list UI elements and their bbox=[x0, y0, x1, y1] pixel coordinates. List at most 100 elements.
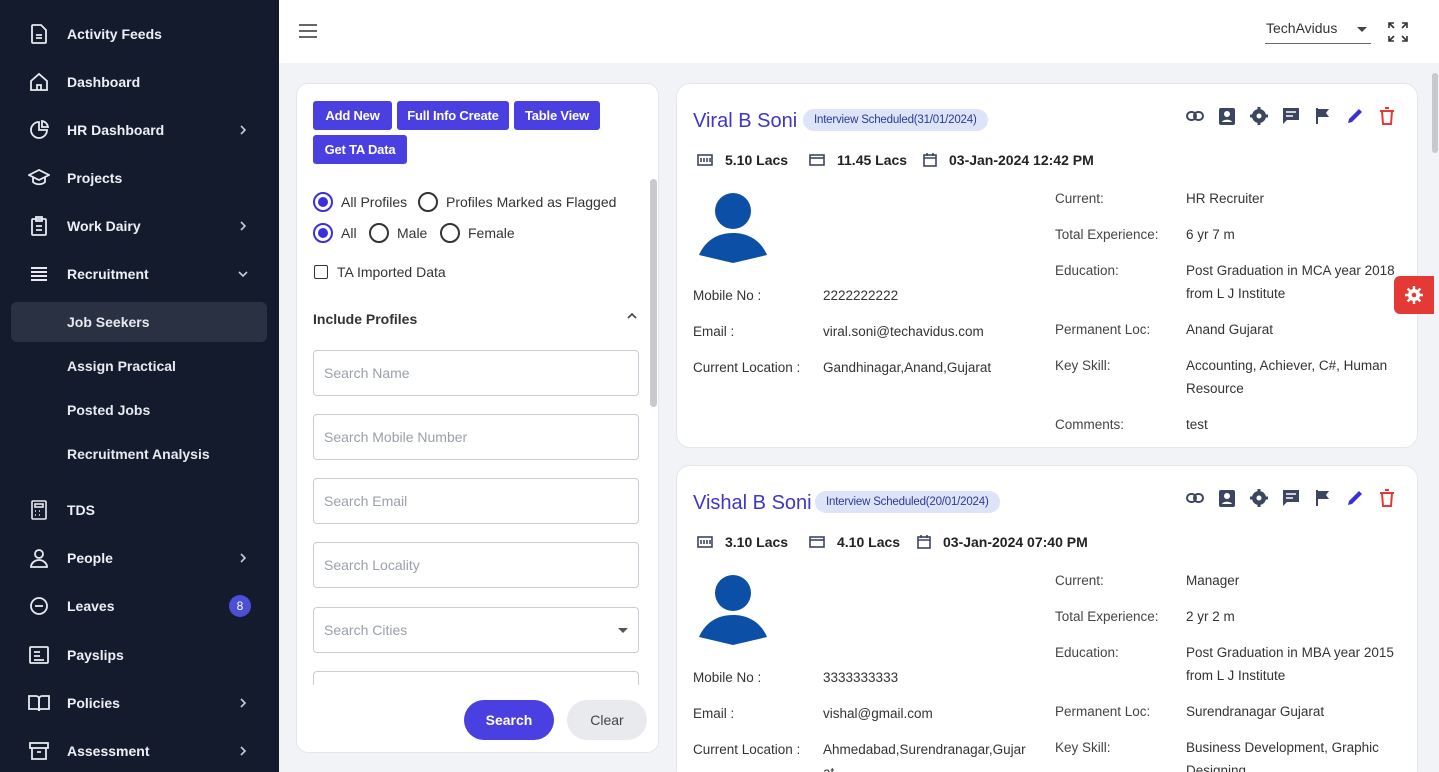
current-label: Current: bbox=[1055, 573, 1104, 588]
mobile-value: 3333333333 bbox=[823, 670, 899, 685]
include-profiles-title: Include Profiles bbox=[313, 311, 418, 327]
input-placeholder: Search Cities bbox=[324, 622, 408, 638]
mobile-value: 2222222222 bbox=[823, 288, 899, 303]
full-info-create-button[interactable]: Full Info Create bbox=[397, 101, 509, 130]
sidebar-item-people[interactable]: People bbox=[0, 538, 279, 578]
edit-pencil-icon[interactable] bbox=[1345, 106, 1365, 126]
location-label: Current Location : bbox=[693, 360, 801, 375]
radio-dot bbox=[440, 223, 460, 243]
list-icon bbox=[28, 263, 50, 285]
gear-icon bbox=[1405, 286, 1423, 304]
avatar-icon bbox=[699, 193, 767, 263]
input-placeholder: Search Mobile Number bbox=[324, 429, 468, 445]
sidebar-item-leaves[interactable]: Leaves 8 bbox=[0, 586, 279, 626]
radio-gender-female[interactable]: Female bbox=[440, 223, 515, 243]
sidebar-item-label: People bbox=[67, 550, 113, 566]
link-icon[interactable] bbox=[1185, 488, 1205, 508]
sidebar-item-tds[interactable]: TDS bbox=[0, 490, 279, 530]
comment-icon[interactable] bbox=[1281, 488, 1301, 508]
key-skill-label: Key Skill: bbox=[1055, 740, 1111, 755]
search-cities-select[interactable]: Search Cities bbox=[313, 607, 639, 653]
contact-card-icon[interactable] bbox=[1217, 106, 1237, 126]
sidebar-subitem-job-seekers[interactable]: Job Seekers bbox=[11, 302, 267, 342]
key-skill-label: Key Skill: bbox=[1055, 358, 1111, 373]
flag-icon[interactable] bbox=[1313, 106, 1333, 126]
sidebar: Activity Feeds Dashboard HR Dashboard Pr… bbox=[0, 0, 279, 772]
expected-ctc-value: 4.10 Lacs bbox=[837, 534, 901, 550]
search-mobile-input[interactable]: Search Mobile Number bbox=[313, 414, 639, 460]
settings-fab[interactable] bbox=[1394, 276, 1434, 314]
search-email-input[interactable]: Search Email bbox=[313, 478, 639, 524]
sidebar-item-payslips[interactable]: Payslips bbox=[0, 635, 279, 675]
comment-icon[interactable] bbox=[1281, 106, 1301, 126]
filter-scrollbar[interactable] bbox=[650, 179, 657, 407]
education-value: Post Graduation in MBA year 2015 from L … bbox=[1186, 645, 1394, 683]
chevron-right-icon bbox=[240, 746, 247, 756]
hamburger-menu-icon[interactable] bbox=[299, 23, 317, 39]
sidebar-subitem-recruitment-analysis[interactable]: Recruitment Analysis bbox=[11, 434, 267, 474]
clear-button[interactable]: Clear bbox=[567, 700, 647, 740]
get-ta-data-button[interactable]: Get TA Data bbox=[313, 135, 407, 164]
radio-label: All Profiles bbox=[341, 194, 408, 210]
sidebar-item-label: Recruitment bbox=[67, 266, 149, 282]
radio-label: Male bbox=[397, 225, 428, 241]
filter-panel: Add New Full Info Create Table View Get … bbox=[296, 83, 659, 753]
radio-flagged-profiles[interactable]: Profiles Marked as Flagged bbox=[418, 192, 616, 212]
sidebar-subitem-assign-practical[interactable]: Assign Practical bbox=[11, 346, 267, 386]
sidebar-item-work-dairy[interactable]: Work Dairy bbox=[0, 206, 279, 246]
current-ctc: 5.10 Lacs bbox=[697, 152, 788, 168]
location-label: Current Location : bbox=[693, 742, 801, 757]
table-view-button[interactable]: Table View bbox=[514, 101, 600, 130]
flag-icon[interactable] bbox=[1313, 488, 1333, 508]
edit-pencil-icon[interactable] bbox=[1345, 488, 1365, 508]
page-scrollbar[interactable] bbox=[1432, 73, 1438, 153]
topbar: TechAvidus bbox=[279, 0, 1439, 63]
document-icon bbox=[28, 23, 50, 45]
sidebar-item-policies[interactable]: Policies bbox=[0, 683, 279, 723]
radio-gender-male[interactable]: Male bbox=[369, 223, 427, 243]
experience-label: Total Experience: bbox=[1055, 227, 1159, 242]
calculator-icon bbox=[28, 499, 50, 521]
fullscreen-icon[interactable] bbox=[1388, 22, 1408, 42]
radio-dot bbox=[313, 223, 333, 243]
sidebar-item-projects[interactable]: Projects bbox=[0, 158, 279, 198]
sidebar-item-hr-dashboard[interactable]: HR Dashboard bbox=[0, 110, 279, 150]
ta-imported-checkbox[interactable]: TA Imported Data bbox=[314, 264, 446, 280]
leaves-count-badge: 8 bbox=[229, 595, 251, 617]
chevron-up-icon[interactable] bbox=[626, 310, 638, 322]
candidate-card: Vishal B Soni Interview Scheduled(20/01/… bbox=[676, 465, 1418, 772]
chevron-down-icon bbox=[238, 271, 248, 278]
sidebar-item-label: Recruitment Analysis bbox=[67, 446, 210, 462]
radio-label: Profiles Marked as Flagged bbox=[446, 194, 617, 210]
expected-ctc: 4.10 Lacs bbox=[809, 534, 900, 550]
mobile-label: Mobile No : bbox=[693, 670, 762, 685]
company-select[interactable]: TechAvidus bbox=[1265, 18, 1371, 44]
settings-gear-icon[interactable] bbox=[1249, 488, 1269, 508]
sidebar-item-activity-feeds[interactable]: Activity Feeds bbox=[0, 14, 279, 54]
avatar-icon bbox=[699, 575, 767, 645]
sidebar-item-label: Dashboard bbox=[67, 74, 141, 90]
candidate-name[interactable]: Vishal B Soni bbox=[693, 492, 812, 515]
link-icon[interactable] bbox=[1185, 106, 1205, 126]
search-button[interactable]: Search bbox=[464, 700, 554, 740]
people-icon bbox=[28, 547, 50, 569]
sidebar-subitem-posted-jobs[interactable]: Posted Jobs bbox=[11, 390, 267, 430]
additional-filter-field[interactable] bbox=[313, 671, 639, 685]
radio-gender-all[interactable]: All bbox=[313, 223, 357, 243]
sidebar-item-recruitment[interactable]: Recruitment bbox=[0, 254, 279, 294]
add-new-button[interactable]: Add New bbox=[313, 101, 392, 130]
sidebar-item-assessment[interactable]: Assessment bbox=[0, 731, 279, 771]
candidate-name[interactable]: Viral B Soni bbox=[693, 110, 797, 133]
settings-gear-icon[interactable] bbox=[1249, 106, 1269, 126]
contact-card-icon[interactable] bbox=[1217, 488, 1237, 508]
delete-trash-icon[interactable] bbox=[1377, 106, 1397, 126]
delete-trash-icon[interactable] bbox=[1377, 488, 1397, 508]
calendar-icon bbox=[923, 153, 937, 167]
created-date-value: 03-Jan-2024 07:40 PM bbox=[943, 534, 1088, 550]
radio-all-profiles[interactable]: All Profiles bbox=[313, 192, 407, 212]
sidebar-item-dashboard[interactable]: Dashboard bbox=[0, 62, 279, 102]
key-skill-value: Accounting, Achiever, C#, Human Resource bbox=[1186, 358, 1388, 396]
status-badge: Interview Scheduled(20/01/2024) bbox=[815, 491, 1000, 513]
search-locality-input[interactable]: Search Locality bbox=[313, 542, 639, 588]
search-name-input[interactable]: Search Name bbox=[313, 350, 639, 396]
